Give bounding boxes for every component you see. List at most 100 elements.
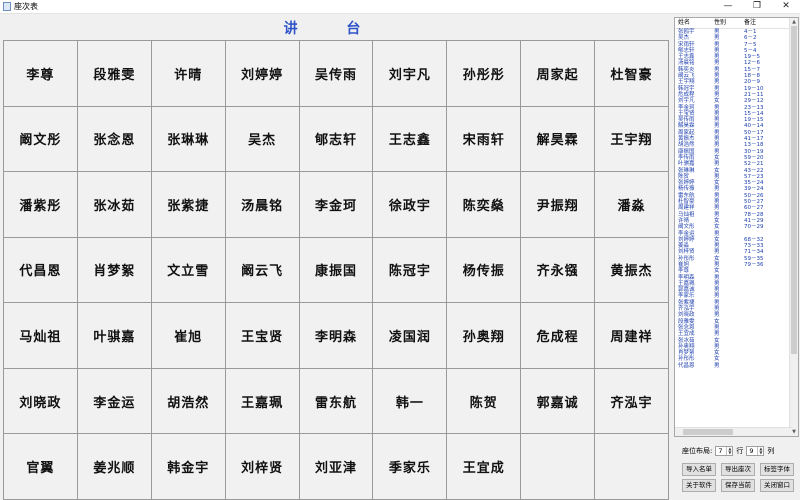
seat-cell[interactable]: 李尊 [4,41,77,106]
app-icon [3,2,11,11]
seat-cell[interactable]: 杜智豪 [595,41,668,106]
rows-unit: 行 [736,447,744,455]
seat-cell[interactable]: 郭嘉诚 [521,368,595,434]
podium-label: 讲 台 [283,21,383,37]
seat-cell[interactable]: 韩金宇 [151,434,225,499]
scroll-up-icon[interactable]: ▲ [790,18,798,26]
seat-cell[interactable]: 吴传雨 [299,41,373,106]
seat-cell[interactable]: 崔旭 [151,303,225,368]
seating-grid: 李尊 段雅雯 许晴 刘婷婷 吴传雨 刘宇凡 孙彤彤 周家起 杜智豪 阚文彤 张念恩 张琳琳 吴杰 郇志轩王… [3,40,669,500]
seat-cell[interactable]: 刘晓政 [4,368,77,434]
roster-horizontal-scrollbar[interactable] [675,427,792,436]
roster-gender: 男 [714,362,720,369]
seat-cell[interactable]: 张念恩 [77,106,151,172]
seat-cell[interactable]: 危成程 [521,303,595,368]
seat-cell[interactable]: 段雅雯 [77,41,151,106]
roster-note [744,363,784,369]
header-name[interactable]: 姓名 [678,18,714,28]
seat-cell[interactable]: 齐永镪 [521,237,595,303]
seat-cell[interactable]: 李金运 [77,368,151,434]
seat-cell[interactable]: 康振国 [299,237,373,303]
spin-arrows-icon[interactable]: ▲ ▼ [726,447,732,455]
close-button[interactable]: 关闭窗口 [760,479,794,492]
seat-cell[interactable]: 黄振杰 [595,237,668,303]
seat-cell[interactable]: 周家起 [521,41,595,106]
seat-cell[interactable]: 马灿祖 [4,303,77,368]
hscroll-thumb[interactable] [683,429,733,435]
seat-cell[interactable]: 李明森 [299,303,373,368]
seat-cell[interactable]: 杨传振 [447,237,521,303]
seat-cell[interactable]: 吴杰 [225,106,299,172]
seat-cell[interactable]: 王嘉珮 [225,368,299,434]
cols-value: 9 [749,447,754,455]
rows-value: 7 [718,447,723,455]
export-seating-button[interactable]: 导出座次 [721,463,755,476]
seat-cell[interactable]: 齐泓宇 [595,368,668,434]
scroll-thumb[interactable] [791,26,797,354]
seat-cell[interactable]: 雷东航 [299,368,373,434]
seat-cell[interactable]: 文立雪 [151,237,225,303]
seat-cell[interactable]: 陈贺 [447,368,521,434]
seat-cell[interactable]: 潘紫彤 [4,172,77,237]
seat-cell[interactable] [595,434,668,499]
seat-cell[interactable]: 徐政宇 [373,172,447,237]
seat-cell[interactable]: 姜兆顺 [77,434,151,499]
seat-cell[interactable]: 代昌恩 [4,237,77,303]
seat-cell[interactable]: 王志鑫 [373,106,447,172]
title-bar: 座次表 — ❐ ✕ [0,0,800,14]
seat-cell[interactable]: 阚云飞 [225,237,299,303]
roster-header: 姓名 性别 备注 [675,18,798,29]
side-panel: 姓名 性别 备注 张鸥宇男 4－1 吴杰男 6－2 宋雨轩男 7－5 郇志轩男 5－4 王志鑫男… [674,17,800,500]
seat-cell[interactable]: 尹振翔 [521,172,595,237]
layout-label: 座位布局: [682,447,713,455]
seat-cell[interactable]: 官翼 [4,434,77,499]
header-gender[interactable]: 性别 [714,18,744,28]
seat-cell[interactable] [521,434,595,499]
about-button[interactable]: 关于软件 [682,479,716,492]
seat-cell[interactable]: 宋雨轩 [447,106,521,172]
seat-cell[interactable]: 潘淼 [595,172,668,237]
save-current-button[interactable]: 保存当前 [721,479,755,492]
import-list-button[interactable]: 导入名单 [682,463,716,476]
seat-cell[interactable]: 张紫捷 [151,172,225,237]
seat-cell[interactable]: 孙奥翔 [447,303,521,368]
seat-cell[interactable]: 郇志轩 [299,106,373,172]
seat-cell[interactable]: 王宇翔 [595,106,668,172]
seat-cell[interactable]: 王宝贤 [225,303,299,368]
seat-cell[interactable]: 胡浩然 [151,368,225,434]
roster-vertical-scrollbar[interactable]: ▲ ▼ [789,18,798,436]
cols-spinbox[interactable]: 9 ▲ ▼ [746,446,765,456]
roster-body: 张鸥宇男 4－1 吴杰男 6－2 宋雨轩男 7－5 郇志轩男 5－4 王志鑫男 19－5 汤晨铭男 1… [675,29,798,369]
rows-spinbox[interactable]: 7 ▲ ▼ [715,446,734,456]
minimize-button[interactable]: — [714,0,742,13]
close-window-button[interactable]: ✕ [772,0,800,13]
seat-cell[interactable]: 王宜成 [447,434,521,499]
seat-cell[interactable]: 季家乐 [373,434,447,499]
seat-cell[interactable]: 叶骐嘉 [77,303,151,368]
seat-cell[interactable]: 陈奕燊 [447,172,521,237]
seat-cell[interactable]: 肖梦絮 [77,237,151,303]
seat-cell[interactable]: 刘宇凡 [373,41,447,106]
spin-arrows-icon[interactable]: ▲ ▼ [757,447,763,455]
roster-row[interactable]: 代昌恩 男 [675,363,798,369]
seat-cell[interactable]: 陈冠宇 [373,237,447,303]
seat-cell[interactable]: 刘婷婷 [225,41,299,106]
seat-cell[interactable]: 孙彤彤 [447,41,521,106]
seat-cell[interactable]: 张冰茹 [77,172,151,237]
seat-cell[interactable]: 周建祥 [595,303,668,368]
roster-list[interactable]: 姓名 性别 备注 张鸥宇男 4－1 吴杰男 6－2 宋雨轩男 7－5 郇志轩男 5－4 王志鑫男… [674,17,799,437]
seat-cell[interactable]: 李金珂 [299,172,373,237]
seat-cell[interactable]: 解昊霖 [521,106,595,172]
cols-unit: 列 [767,447,775,455]
label-font-button[interactable]: 标签字体 [760,463,794,476]
seat-cell[interactable]: 许晴 [151,41,225,106]
seat-cell[interactable]: 张琳琳 [151,106,225,172]
maximize-button[interactable]: ❐ [743,0,771,13]
seat-cell[interactable]: 汤晨铭 [225,172,299,237]
seat-cell[interactable]: 刘梓贤 [225,434,299,499]
seat-cell[interactable]: 阚文彤 [4,106,77,172]
header-note[interactable]: 备注 [744,18,784,28]
seat-cell[interactable]: 韩一 [373,368,447,434]
seat-cell[interactable]: 刘亚津 [299,434,373,499]
seat-cell[interactable]: 凌国润 [373,303,447,368]
